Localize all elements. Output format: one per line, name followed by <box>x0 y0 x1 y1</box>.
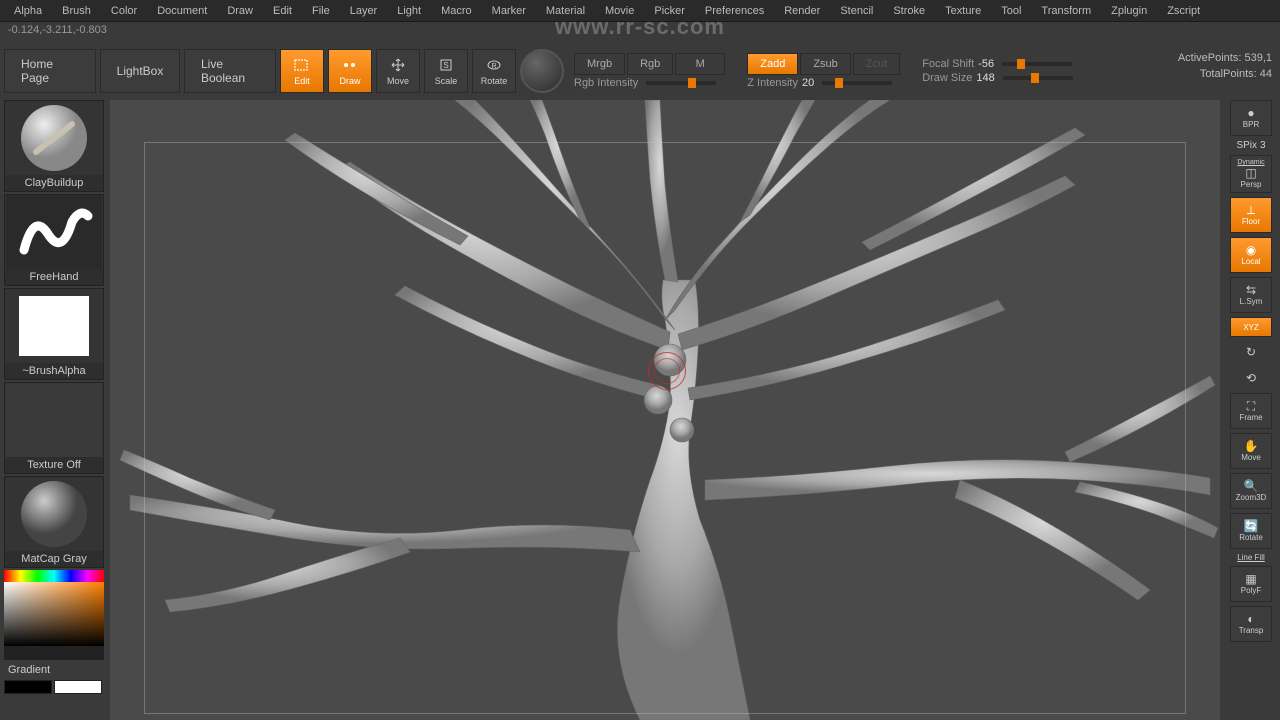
brush-thumb <box>6 101 102 175</box>
material-thumb <box>6 477 102 551</box>
home-page-button[interactable]: Home Page <box>4 49 96 93</box>
zadd-button[interactable]: Zadd <box>747 53 798 75</box>
stroke-thumb <box>6 195 102 269</box>
lsym-button[interactable]: ⇆L.Sym <box>1230 277 1272 313</box>
cursor-coordinates: -0.124,-3.211,-0.803 <box>8 24 107 36</box>
menu-document[interactable]: Document <box>147 2 217 20</box>
material-selector[interactable]: MatCap Gray <box>4 476 104 568</box>
frame-icon: ⛶ <box>1247 400 1255 412</box>
floor-button[interactable]: ⟂Floor <box>1230 197 1272 233</box>
grid-icon: ▦ <box>1245 573 1256 585</box>
move-icon <box>388 56 408 74</box>
menu-macro[interactable]: Macro <box>431 2 482 20</box>
color-picker[interactable] <box>4 570 104 660</box>
rotate-icon: R <box>484 56 504 74</box>
scale-icon: S <box>436 56 456 74</box>
menu-brush[interactable]: Brush <box>52 2 101 20</box>
menu-alpha[interactable]: Alpha <box>4 2 52 20</box>
menu-edit[interactable]: Edit <box>263 2 302 20</box>
frame-button[interactable]: ⛶Frame <box>1230 393 1272 429</box>
texture-selector[interactable]: Texture Off <box>4 382 104 474</box>
linefill-label: Line Fill <box>1237 553 1265 562</box>
rotate-y-button[interactable]: ↻ <box>1230 341 1272 363</box>
menu-draw[interactable]: Draw <box>217 2 263 20</box>
mrgb-button[interactable]: Mrgb <box>574 53 625 75</box>
cube-icon: ◫ <box>1245 167 1256 179</box>
viewport-frame <box>144 142 1186 714</box>
menu-marker[interactable]: Marker <box>482 2 536 20</box>
live-boolean-button[interactable]: Live Boolean <box>184 49 276 93</box>
persp-button[interactable]: Dynamic ◫Persp <box>1230 155 1272 193</box>
spix-value[interactable]: SPix3 <box>1236 140 1265 151</box>
floor-icon: ⟂ <box>1247 204 1255 216</box>
hand-icon: ✋ <box>1244 440 1259 452</box>
m-button[interactable]: M <box>675 53 725 75</box>
scale-mode-button[interactable]: S Scale <box>424 49 468 93</box>
rgb-intensity-slider[interactable]: Rgb Intensity <box>574 77 725 89</box>
menu-render[interactable]: Render <box>774 2 830 20</box>
menu-tool[interactable]: Tool <box>991 2 1031 20</box>
bpr-render-button[interactable]: ●BPR <box>1230 100 1272 136</box>
local-icon: ◉ <box>1246 244 1256 256</box>
saturation-value-area[interactable] <box>4 582 104 646</box>
zoom3d-button[interactable]: 🔍Zoom3D <box>1230 473 1272 509</box>
stroke-selector[interactable]: FreeHand <box>4 194 104 286</box>
draw-size-slider[interactable]: Draw Size 148 <box>922 72 1072 84</box>
hue-strip[interactable] <box>4 570 104 582</box>
right-toolbar: ●BPR SPix3 Dynamic ◫Persp ⟂Floor ◉Local … <box>1226 100 1276 642</box>
alpha-selector[interactable]: ~BrushAlpha <box>4 288 104 380</box>
rgb-button[interactable]: Rgb <box>627 53 673 75</box>
zsub-button[interactable]: Zsub <box>800 53 850 75</box>
menu-stroke[interactable]: Stroke <box>883 2 935 20</box>
rotate-z-icon: ⟲ <box>1246 372 1256 384</box>
draw-mode-button[interactable]: Draw <box>328 49 372 93</box>
rotate-view-button[interactable]: 🔄Rotate <box>1230 513 1272 549</box>
zcut-button[interactable]: Zcut <box>853 53 900 75</box>
watermark-text: www.rr-sc.com <box>555 14 725 40</box>
menu-texture[interactable]: Texture <box>935 2 991 20</box>
color-swatch-white[interactable] <box>54 680 102 694</box>
alpha-thumb <box>6 289 102 363</box>
brush-selector[interactable]: ClayBuildup <box>4 100 104 192</box>
xyz-button[interactable]: XYZ <box>1230 317 1272 337</box>
left-palette: ClayBuildup FreeHand ~BrushAlpha Texture… <box>4 100 104 694</box>
menu-zplugin[interactable]: Zplugin <box>1101 2 1157 20</box>
transp-button[interactable]: ◐Transp <box>1230 606 1272 642</box>
move-view-button[interactable]: ✋Move <box>1230 433 1272 469</box>
edit-icon <box>292 56 312 74</box>
zoom-icon: 🔍 <box>1244 480 1259 492</box>
edit-mode-button[interactable]: Edit <box>280 49 324 93</box>
menu-transform[interactable]: Transform <box>1031 2 1101 20</box>
menu-light[interactable]: Light <box>387 2 431 20</box>
rotate-y-icon: ↻ <box>1246 346 1256 358</box>
menu-zscript[interactable]: Zscript <box>1157 2 1210 20</box>
z-intensity-slider[interactable]: Z Intensity 20 <box>747 77 900 89</box>
rotate-mode-button[interactable]: R Rotate <box>472 49 516 93</box>
menu-color[interactable]: Color <box>101 2 147 20</box>
move-mode-button[interactable]: Move <box>376 49 420 93</box>
texture-thumb <box>6 383 102 457</box>
focal-shift-slider[interactable]: Focal Shift -56 <box>922 58 1072 70</box>
symmetry-icon: ⇆ <box>1246 284 1256 296</box>
menu-stencil[interactable]: Stencil <box>830 2 883 20</box>
color-swatch-black[interactable] <box>4 680 52 694</box>
local-button[interactable]: ◉Local <box>1230 237 1272 273</box>
sphere-icon: ● <box>1247 107 1254 119</box>
gradient-label: Gradient <box>4 662 104 678</box>
rotate-icon: 🔄 <box>1244 520 1259 532</box>
menu-layer[interactable]: Layer <box>340 2 388 20</box>
main-toolbar: Home Page LightBox Live Boolean Edit Dra… <box>0 46 1280 96</box>
rotate-z-button[interactable]: ⟲ <box>1230 367 1272 389</box>
svg-text:S: S <box>443 61 448 70</box>
svg-text:R: R <box>491 63 496 70</box>
menu-file[interactable]: File <box>302 2 340 20</box>
transparency-icon: ◐ <box>1247 613 1254 625</box>
brush-cursor <box>648 352 686 390</box>
material-sphere-button[interactable] <box>520 49 564 93</box>
viewport-3d[interactable] <box>110 100 1220 720</box>
polyf-button[interactable]: ▦PolyF <box>1230 566 1272 602</box>
lightbox-button[interactable]: LightBox <box>100 49 180 93</box>
draw-icon <box>340 56 360 74</box>
point-stats: ActivePoints: 539,1 TotalPoints: 44 <box>1178 50 1272 82</box>
